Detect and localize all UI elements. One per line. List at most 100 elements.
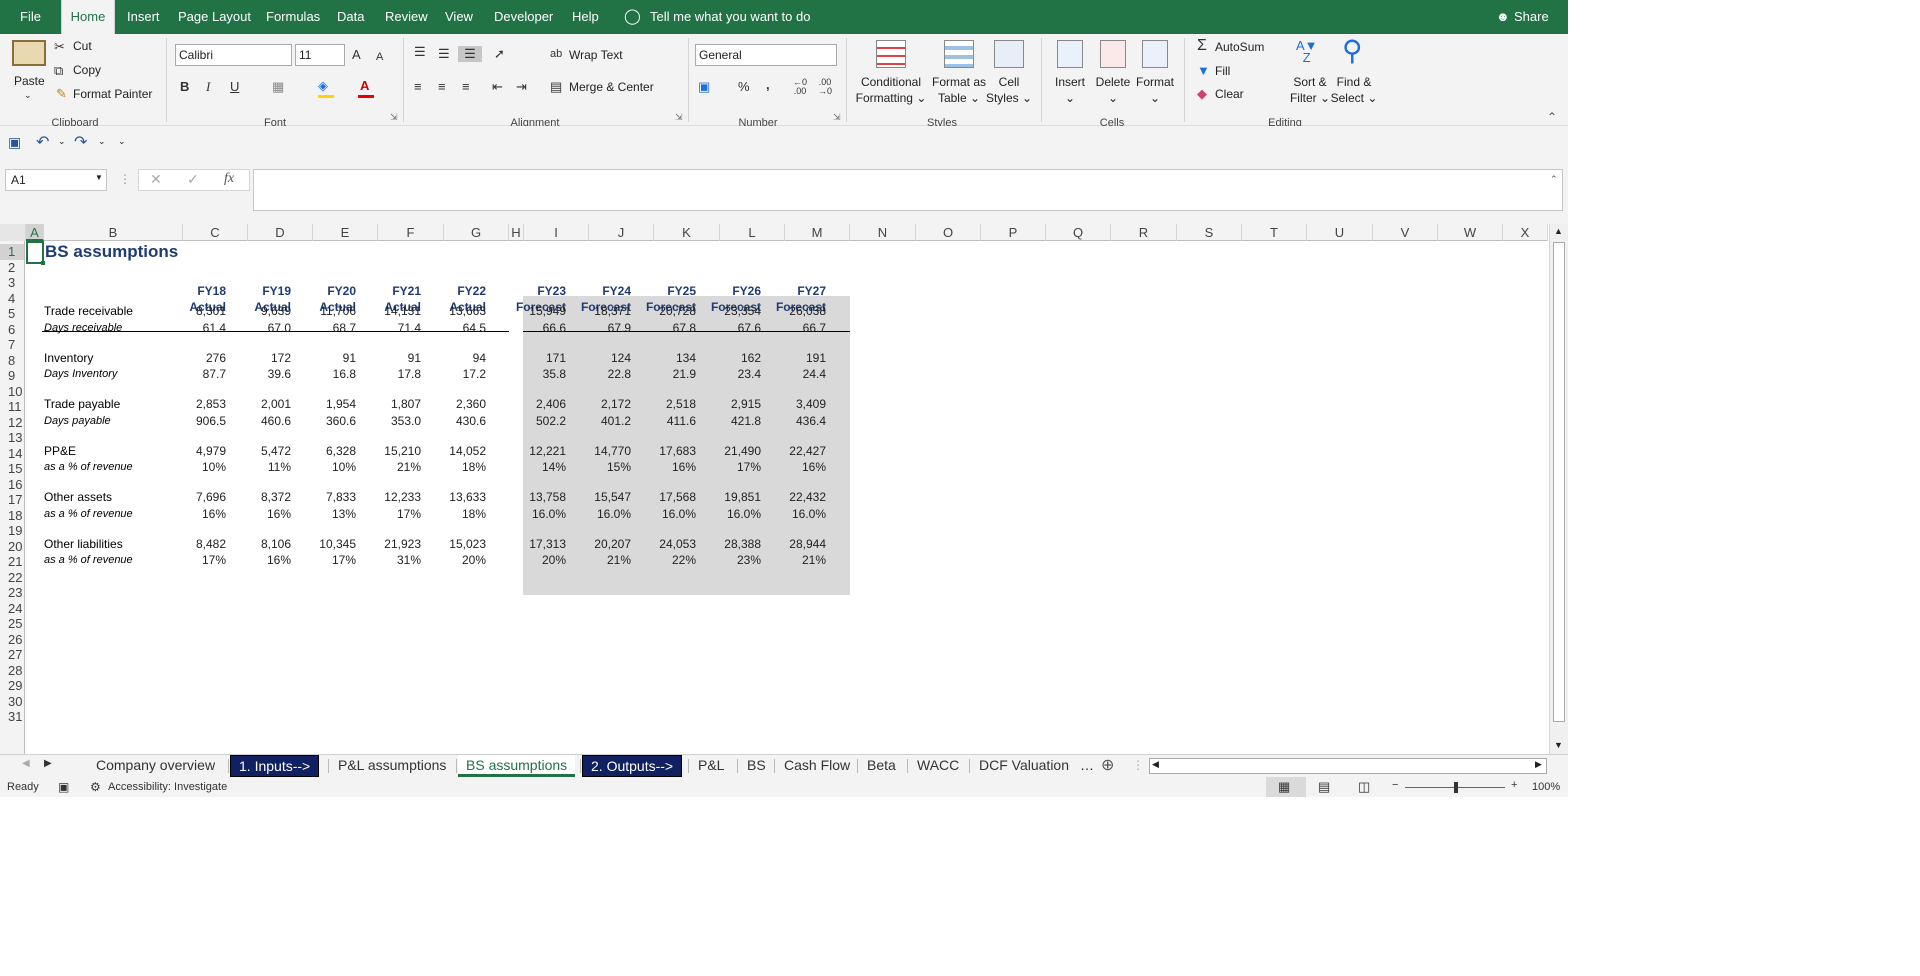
column-header[interactable]: C — [183, 224, 248, 241]
find-select-button[interactable]: Find & Select ⌄ — [1330, 74, 1378, 106]
italic-button[interactable]: I — [206, 79, 210, 95]
row-header[interactable]: 2 — [0, 260, 24, 276]
sheet-tab[interactable]: Beta — [859, 755, 904, 777]
sheet-tab[interactable]: Cash Flow — [776, 755, 858, 777]
wrap-text-button[interactable]: Wrap Text — [569, 48, 623, 62]
share-button[interactable]: Share — [1514, 0, 1549, 34]
font-color-icon[interactable]: A — [360, 78, 369, 94]
vertical-scrollbar[interactable]: ▲ ▼ — [1549, 224, 1568, 754]
column-header[interactable]: O — [916, 224, 981, 241]
row-header[interactable]: 12 — [0, 415, 24, 431]
scroll-thumb[interactable] — [1553, 242, 1565, 722]
paste-button[interactable]: Paste — [14, 74, 45, 88]
cut-button[interactable]: Cut — [73, 39, 92, 53]
tab-home[interactable]: Home — [61, 0, 115, 34]
row-header[interactable]: 30 — [0, 694, 24, 710]
add-sheet-icon[interactable]: ⊕ — [1101, 755, 1114, 775]
row-header[interactable]: 21 — [0, 554, 24, 570]
row-header[interactable]: 5 — [0, 306, 24, 322]
column-header[interactable]: J — [589, 224, 654, 241]
scroll-right-icon[interactable]: ▶ — [1535, 759, 1542, 770]
column-header[interactable]: V — [1373, 224, 1438, 241]
column-header[interactable]: N — [850, 224, 916, 241]
sheet-tab[interactable]: WACC — [909, 755, 967, 777]
row-header[interactable]: 3 — [0, 275, 24, 291]
insert-function-button[interactable]: fx — [224, 171, 234, 187]
customize-qat-icon[interactable]: ⌄ — [118, 136, 126, 147]
autosum-button[interactable]: AutoSum — [1215, 40, 1264, 54]
row-header[interactable]: 25 — [0, 616, 24, 632]
increase-decimal-icon[interactable]: ←0.00 — [793, 78, 807, 96]
tell-me-search[interactable]: Tell me what you want to do — [650, 0, 810, 34]
page-layout-icon[interactable]: ▤ — [1318, 779, 1330, 795]
horizontal-scrollbar[interactable] — [1149, 758, 1547, 774]
next-sheet-icon[interactable]: ▶ — [44, 758, 52, 769]
delete-cells-button[interactable]: Delete ⌄ — [1093, 74, 1133, 106]
fill-button[interactable]: Fill — [1215, 64, 1230, 78]
number-format-dropdown[interactable]: General — [695, 44, 837, 66]
column-header[interactable]: T — [1242, 224, 1307, 241]
tab-file[interactable]: File — [20, 0, 41, 34]
row-header[interactable]: 13 — [0, 430, 24, 446]
borders-icon[interactable]: ▦ — [272, 79, 284, 95]
tab-developer[interactable]: Developer — [494, 0, 553, 34]
align-bottom-icon[interactable]: ☰ — [458, 46, 482, 62]
column-header[interactable]: U — [1307, 224, 1373, 241]
align-middle-icon[interactable]: ☰ — [438, 46, 450, 62]
row-header[interactable]: 28 — [0, 663, 24, 679]
percent-button[interactable]: % — [738, 79, 750, 95]
sheet-tab[interactable]: 1. Inputs--> — [230, 755, 320, 777]
sheet-tab[interactable]: DCF Valuation — [971, 755, 1077, 777]
select-all-button[interactable] — [0, 224, 26, 241]
scroll-down-icon[interactable]: ▼ — [1554, 740, 1563, 750]
expand-formula-icon[interactable]: ⌃ — [1550, 174, 1558, 185]
tab-view[interactable]: View — [445, 0, 473, 34]
prev-sheet-icon[interactable]: ◀ — [22, 758, 30, 769]
orientation-icon[interactable]: ➚ — [494, 46, 505, 62]
row-header[interactable]: 29 — [0, 678, 24, 694]
conditional-formatting-button[interactable]: Conditional Formatting ⌄ — [852, 74, 930, 106]
tab-data[interactable]: Data — [337, 0, 364, 34]
column-header[interactable]: Q — [1046, 224, 1111, 241]
column-header[interactable]: X — [1503, 224, 1548, 241]
row-header[interactable]: 19 — [0, 523, 24, 539]
chevron-down-icon[interactable]: ▼ — [95, 173, 103, 182]
column-header[interactable]: F — [378, 224, 444, 241]
column-header[interactable]: E — [313, 224, 378, 241]
more-sheets-icon[interactable]: … — [1080, 757, 1094, 773]
accessibility-status[interactable]: Accessibility: Investigate — [108, 781, 227, 793]
macro-record-icon[interactable]: ▣ — [58, 780, 69, 794]
dialog-launcher-icon[interactable]: ⇲ — [833, 112, 841, 123]
column-header[interactable]: P — [981, 224, 1046, 241]
format-as-table-button[interactable]: Format as Table ⌄ — [928, 74, 990, 106]
row-header[interactable]: 17 — [0, 492, 24, 508]
tab-page-layout[interactable]: Page Layout — [178, 0, 251, 34]
column-header[interactable]: K — [654, 224, 720, 241]
tab-formulas[interactable]: Formulas — [266, 0, 320, 34]
dialog-launcher-icon[interactable]: ⇲ — [675, 112, 683, 123]
row-header[interactable]: 11 — [0, 399, 24, 415]
zoom-level[interactable]: 100% — [1532, 781, 1560, 793]
column-header[interactable]: L — [720, 224, 785, 241]
clear-button[interactable]: Clear — [1215, 87, 1244, 101]
cell-styles-button[interactable]: Cell Styles ⌄ — [985, 74, 1033, 106]
chevron-down-icon[interactable]: ⌄ — [58, 136, 66, 147]
row-header[interactable]: 15 — [0, 461, 24, 477]
sheet-tab[interactable]: 2. Outputs--> — [582, 755, 683, 777]
insert-cells-button[interactable]: Insert ⌄ — [1050, 74, 1090, 106]
row-header[interactable]: 4 — [0, 291, 24, 307]
row-header[interactable]: 10 — [0, 384, 24, 400]
scroll-left-icon[interactable]: ◀ — [1152, 759, 1159, 770]
row-header[interactable]: 7 — [0, 337, 24, 353]
grow-font-button[interactable]: A — [352, 47, 361, 63]
column-header[interactable]: W — [1438, 224, 1503, 241]
column-header[interactable]: R — [1111, 224, 1177, 241]
page-break-icon[interactable]: ◫ — [1358, 779, 1370, 795]
formula-input[interactable] — [253, 169, 1563, 211]
zoom-out-icon[interactable]: − — [1392, 779, 1398, 791]
row-header[interactable]: 22 — [0, 570, 24, 586]
column-header[interactable]: S — [1177, 224, 1242, 241]
shrink-font-button[interactable]: A — [376, 49, 383, 65]
row-header[interactable]: 20 — [0, 539, 24, 555]
zoom-slider-thumb[interactable] — [1454, 782, 1458, 793]
